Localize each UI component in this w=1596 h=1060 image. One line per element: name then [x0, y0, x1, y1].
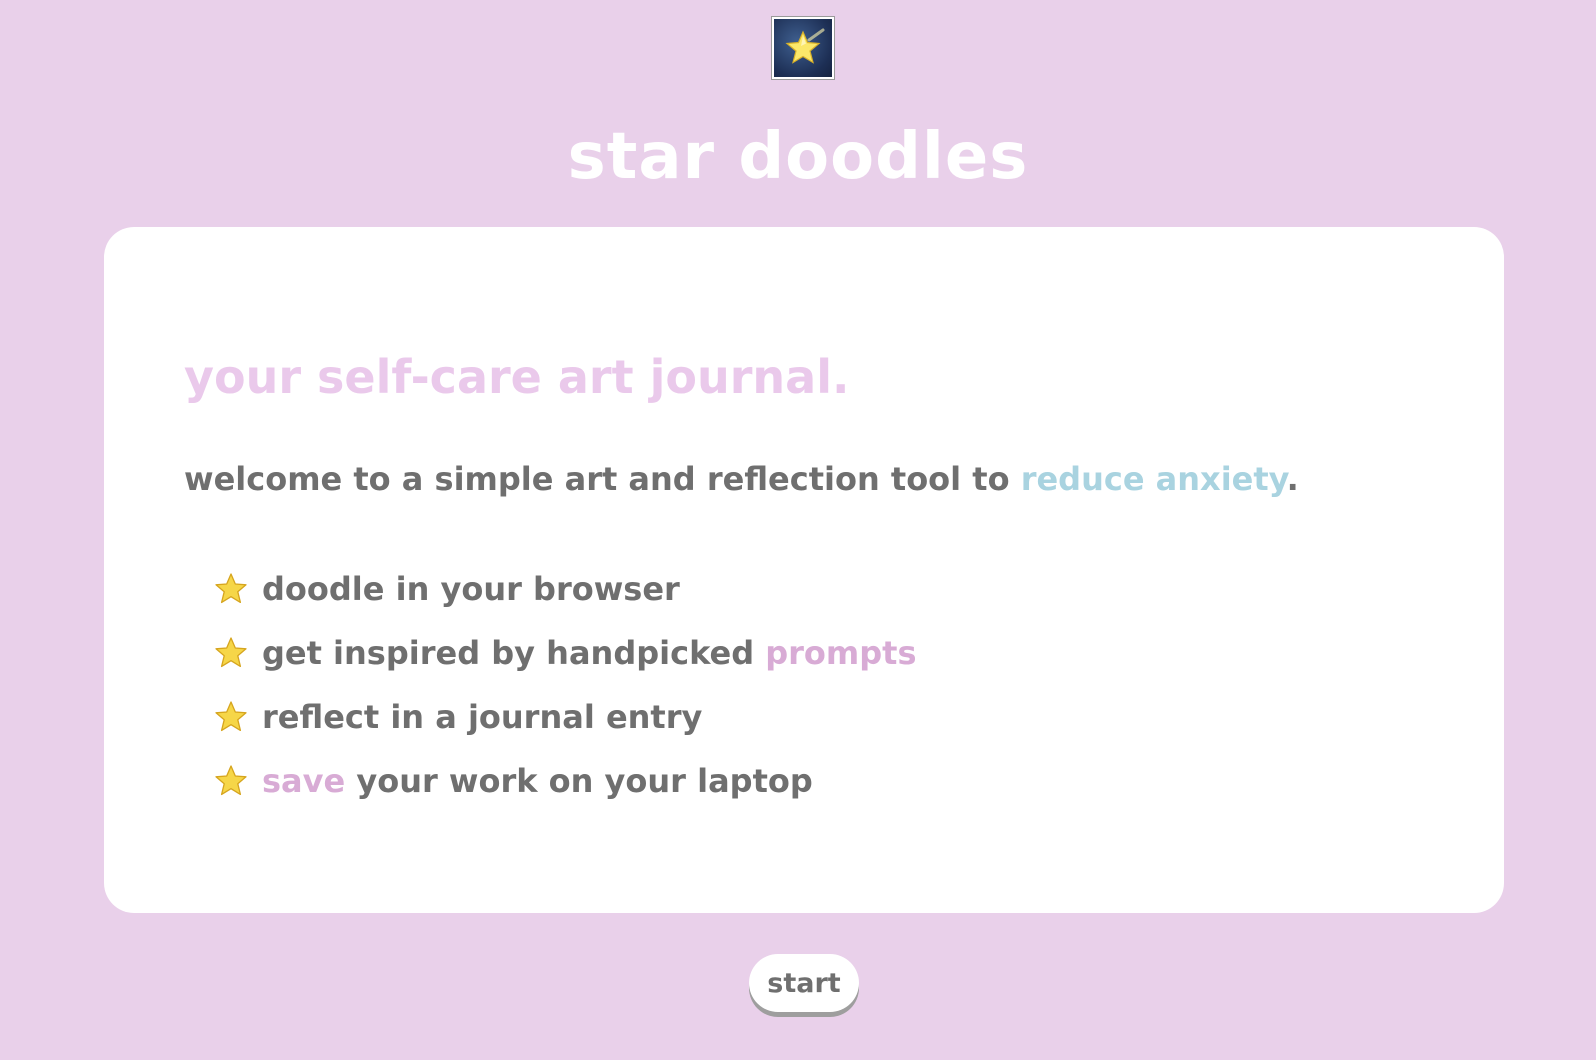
- star-icon: [215, 701, 247, 732]
- intro-card: your self-care art journal. welcome to a…: [104, 227, 1504, 913]
- star-icon: [215, 637, 247, 668]
- feature-item: doodle in your browser: [214, 557, 917, 621]
- star-icon: [215, 573, 247, 604]
- tagline: your self-care art journal.: [184, 350, 850, 404]
- feature-text: reflect in a journal entry: [262, 698, 703, 736]
- feature-list: doodle in your browser get inspired by h…: [214, 557, 917, 813]
- star-icon: [215, 765, 247, 796]
- shooting-star-icon: [771, 16, 835, 80]
- app-title: star doodles: [567, 120, 1029, 194]
- feature-text: get inspired by handpicked: [262, 634, 766, 672]
- feature-highlight: prompts: [765, 634, 917, 672]
- feature-text: doodle in your browser: [262, 570, 680, 608]
- feature-highlight: save: [262, 762, 346, 800]
- welcome-prefix: welcome to a simple art and reflection t…: [184, 460, 1021, 498]
- feature-item: save your work on your laptop: [214, 749, 917, 813]
- feature-text: your work on your laptop: [345, 762, 813, 800]
- welcome-highlight: reduce anxiety: [1020, 460, 1287, 498]
- welcome-suffix: .: [1286, 460, 1299, 498]
- feature-item: reflect in a journal entry: [214, 685, 917, 749]
- start-button[interactable]: start: [749, 954, 859, 1012]
- welcome-text: welcome to a simple art and reflection t…: [184, 459, 1299, 499]
- feature-item: get inspired by handpicked prompts: [214, 621, 917, 685]
